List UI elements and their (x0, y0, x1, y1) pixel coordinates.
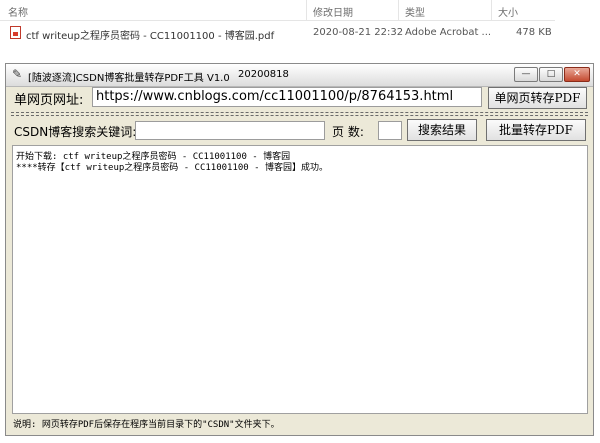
status-note: 说明: 网页转存PDF后保存在程序当前目录下的"CSDN"文件夹下。 (13, 420, 280, 430)
log-line: ****转存【ctf writeup之程序员密码 - CC11001100 - … (16, 163, 328, 173)
window-version: 20200818 (238, 69, 289, 80)
column-type[interactable]: 类型 (405, 4, 425, 19)
search-results-button[interactable]: 搜索结果 (407, 119, 477, 141)
file-explorer: 名称 修改日期 类型 大小 ctf writeup之程序员密码 - CC1100… (0, 0, 600, 56)
file-name: ctf writeup之程序员密码 - CC11001100 - 博客园.pdf (26, 31, 275, 42)
pages-input[interactable] (378, 121, 402, 140)
keyword-input[interactable] (135, 121, 325, 140)
column-header: 名称 修改日期 类型 大小 (0, 0, 555, 21)
single-convert-button[interactable]: 单网页转存PDF (488, 87, 587, 109)
file-size: 478 KB (516, 27, 552, 38)
window-title: [随波逐流]CSDN博客批量转存PDF工具 V1.0 (28, 73, 230, 84)
pages-label: 页 数: (332, 125, 364, 139)
file-type: Adobe Acrobat ... (405, 27, 492, 38)
column-modified[interactable]: 修改日期 (313, 4, 353, 19)
pdf-file-icon (10, 26, 21, 39)
keyword-label: CSDN博客搜索关键词: (14, 125, 137, 139)
log-output[interactable]: 开始下载: ctf writeup之程序员密码 - CC11001100 - 博… (12, 145, 588, 414)
feather-icon: ✎ (12, 67, 23, 81)
single-url-label: 单网页网址: (14, 93, 84, 108)
minimize-button[interactable]: — (514, 67, 538, 82)
app-window: ✎ [随波逐流]CSDN博客批量转存PDF工具 V1.0 20200818 — … (5, 63, 594, 436)
title-bar[interactable]: ✎ [随波逐流]CSDN博客批量转存PDF工具 V1.0 20200818 — … (6, 64, 593, 87)
single-url-input[interactable]: https://www.cnblogs.com/cc11001100/p/876… (92, 87, 482, 107)
column-name[interactable]: 名称 (8, 4, 28, 19)
batch-convert-button[interactable]: 批量转存PDF (486, 119, 586, 141)
separator-top (11, 112, 588, 113)
file-modified: 2020-08-21 22:32 (313, 27, 404, 38)
separator-bottom (11, 115, 588, 116)
maximize-button[interactable]: □ (539, 67, 563, 82)
close-button[interactable]: ✕ (564, 67, 590, 82)
column-size[interactable]: 大小 (498, 4, 518, 19)
file-row[interactable]: ctf writeup之程序员密码 - CC11001100 - 博客园.pdf… (6, 24, 554, 42)
